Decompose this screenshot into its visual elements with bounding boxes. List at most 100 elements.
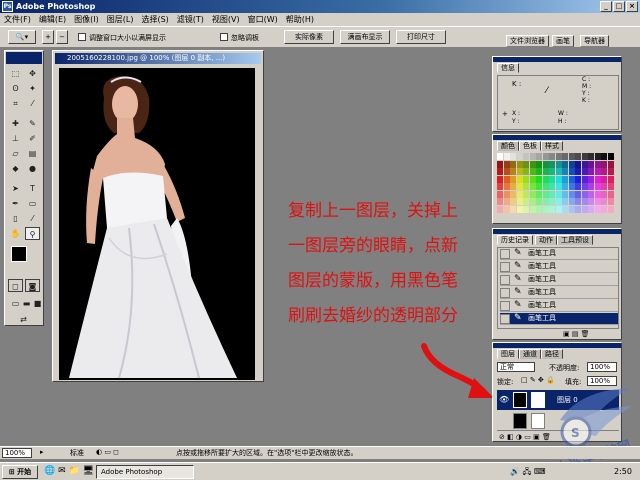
tab-file-browser[interactable]: 文件浏览器 [506,35,549,47]
color-swatch[interactable] [607,160,614,168]
color-swatch[interactable] [549,183,555,190]
color-swatch[interactable] [601,175,607,183]
zoom-tool-preset-button[interactable]: 🔍▾ [8,30,36,44]
tab-swatches[interactable]: 色板 [519,141,541,151]
color-swatch[interactable] [497,168,503,175]
color-swatch[interactable] [588,183,594,190]
magic-wand-tool-icon[interactable]: ✦ [25,82,40,95]
menu-window[interactable]: 窗口(W) [248,14,278,25]
color-swatch[interactable] [581,183,588,190]
color-swatch[interactable] [555,175,562,183]
history-item[interactable]: ✎ 画笔工具 [500,261,618,273]
menu-layer[interactable]: 图层(L) [107,14,134,25]
color-swatch[interactable] [536,160,542,168]
resize-windows-checkbox[interactable] [78,33,86,41]
color-swatch[interactable] [503,160,510,168]
color-swatch[interactable] [581,160,588,168]
color-swatch[interactable] [516,160,523,168]
tab-layers[interactable]: 图层 [497,349,519,359]
jump-to-imageready-icon[interactable]: ⇄ [16,313,31,326]
color-swatch[interactable] [503,190,510,198]
zoom-tool-icon[interactable]: ⚲ [25,227,40,240]
color-swatch[interactable] [575,168,581,175]
color-swatch[interactable] [568,198,575,205]
color-swatch[interactable] [542,153,549,160]
slice-tool-icon[interactable]: ⁄ [25,97,40,110]
history-checkbox[interactable] [500,301,510,311]
menu-select[interactable]: 选择(S) [141,14,168,25]
color-swatch[interactable] [575,160,581,168]
color-swatch[interactable] [536,190,542,198]
image-canvas[interactable] [59,68,255,380]
eraser-tool-icon[interactable]: ▱ [8,147,23,160]
opacity-input[interactable]: 100% [587,362,617,372]
gradient-tool-icon[interactable]: ▤ [25,147,40,160]
color-swatch[interactable] [542,160,549,168]
color-swatch[interactable] [562,153,568,160]
color-swatch[interactable] [516,205,523,213]
color-swatch[interactable] [575,190,581,198]
color-swatch[interactable] [503,175,510,183]
color-swatch[interactable] [516,183,523,190]
color-swatch[interactable] [555,198,562,205]
color-swatch[interactable] [581,205,588,213]
color-swatch[interactable] [516,175,523,183]
print-size-button[interactable]: 打印尺寸 [396,30,446,44]
color-swatch[interactable] [542,190,549,198]
color-swatch[interactable] [555,205,562,213]
info-palette-header[interactable] [493,57,621,62]
color-swatch[interactable] [523,160,529,168]
color-swatch[interactable] [549,205,555,213]
color-swatch[interactable] [510,205,516,213]
color-swatch[interactable] [555,160,562,168]
tab-styles[interactable]: 样式 [541,141,563,151]
actual-pixels-button[interactable]: 实际像素 [284,30,334,44]
brush-tool-icon[interactable]: ✎ [25,117,40,130]
menu-filter[interactable]: 滤镜(T) [177,14,204,25]
fit-screen-button[interactable]: 满画布显示 [340,30,390,44]
color-swatch[interactable] [510,153,516,160]
color-swatch[interactable] [581,190,588,198]
color-swatch[interactable] [516,168,523,175]
history-item-selected[interactable]: ✎ 画笔工具 [500,313,618,325]
menu-file[interactable]: 文件(F) [4,14,31,25]
screen-mode-full-icon[interactable]: ■ [30,297,45,310]
color-swatch[interactable] [549,190,555,198]
color-swatch[interactable] [536,153,542,160]
close-button[interactable]: × [626,1,638,12]
color-swatch[interactable] [594,183,601,190]
history-checkbox[interactable] [500,262,510,272]
color-swatch[interactable] [562,160,568,168]
shape-tool-icon[interactable]: ▭ [25,197,40,210]
color-swatch[interactable] [588,205,594,213]
swatches-palette-header[interactable] [493,135,621,140]
standard-mode-icon[interactable]: ◻ [8,279,23,292]
swatch-grid[interactable] [497,153,615,215]
color-swatch[interactable] [497,160,503,168]
color-swatch[interactable] [510,198,516,205]
color-swatch[interactable] [588,160,594,168]
marquee-tool-icon[interactable]: ⬚ [8,67,23,80]
lock-icons[interactable]: □ ✎ ✥ 🔒 [521,376,555,384]
color-swatch[interactable] [529,198,536,205]
color-swatch[interactable] [516,153,523,160]
color-swatch[interactable] [542,175,549,183]
color-swatch[interactable] [568,168,575,175]
tab-navigator[interactable]: 导航器 [580,35,609,47]
color-swatch[interactable] [581,175,588,183]
clone-stamp-tool-icon[interactable]: ⊥ [8,132,23,145]
color-swatch[interactable] [516,190,523,198]
quick-mask-mode-icon[interactable]: ◙ [25,279,40,292]
color-swatch[interactable] [497,153,503,160]
color-swatch[interactable] [523,190,529,198]
history-item[interactable]: ✎ 画笔工具 [500,287,618,299]
color-swatch[interactable] [555,153,562,160]
color-swatch[interactable] [529,175,536,183]
dodge-tool-icon[interactable]: ● [25,162,40,175]
healing-brush-tool-icon[interactable]: ✚ [8,117,23,130]
document-info-icon[interactable]: ▸ [40,448,44,456]
crop-tool-icon[interactable]: ⌗ [8,97,23,110]
color-swatch[interactable] [529,168,536,175]
color-swatch[interactable] [581,198,588,205]
color-swatch[interactable] [536,205,542,213]
